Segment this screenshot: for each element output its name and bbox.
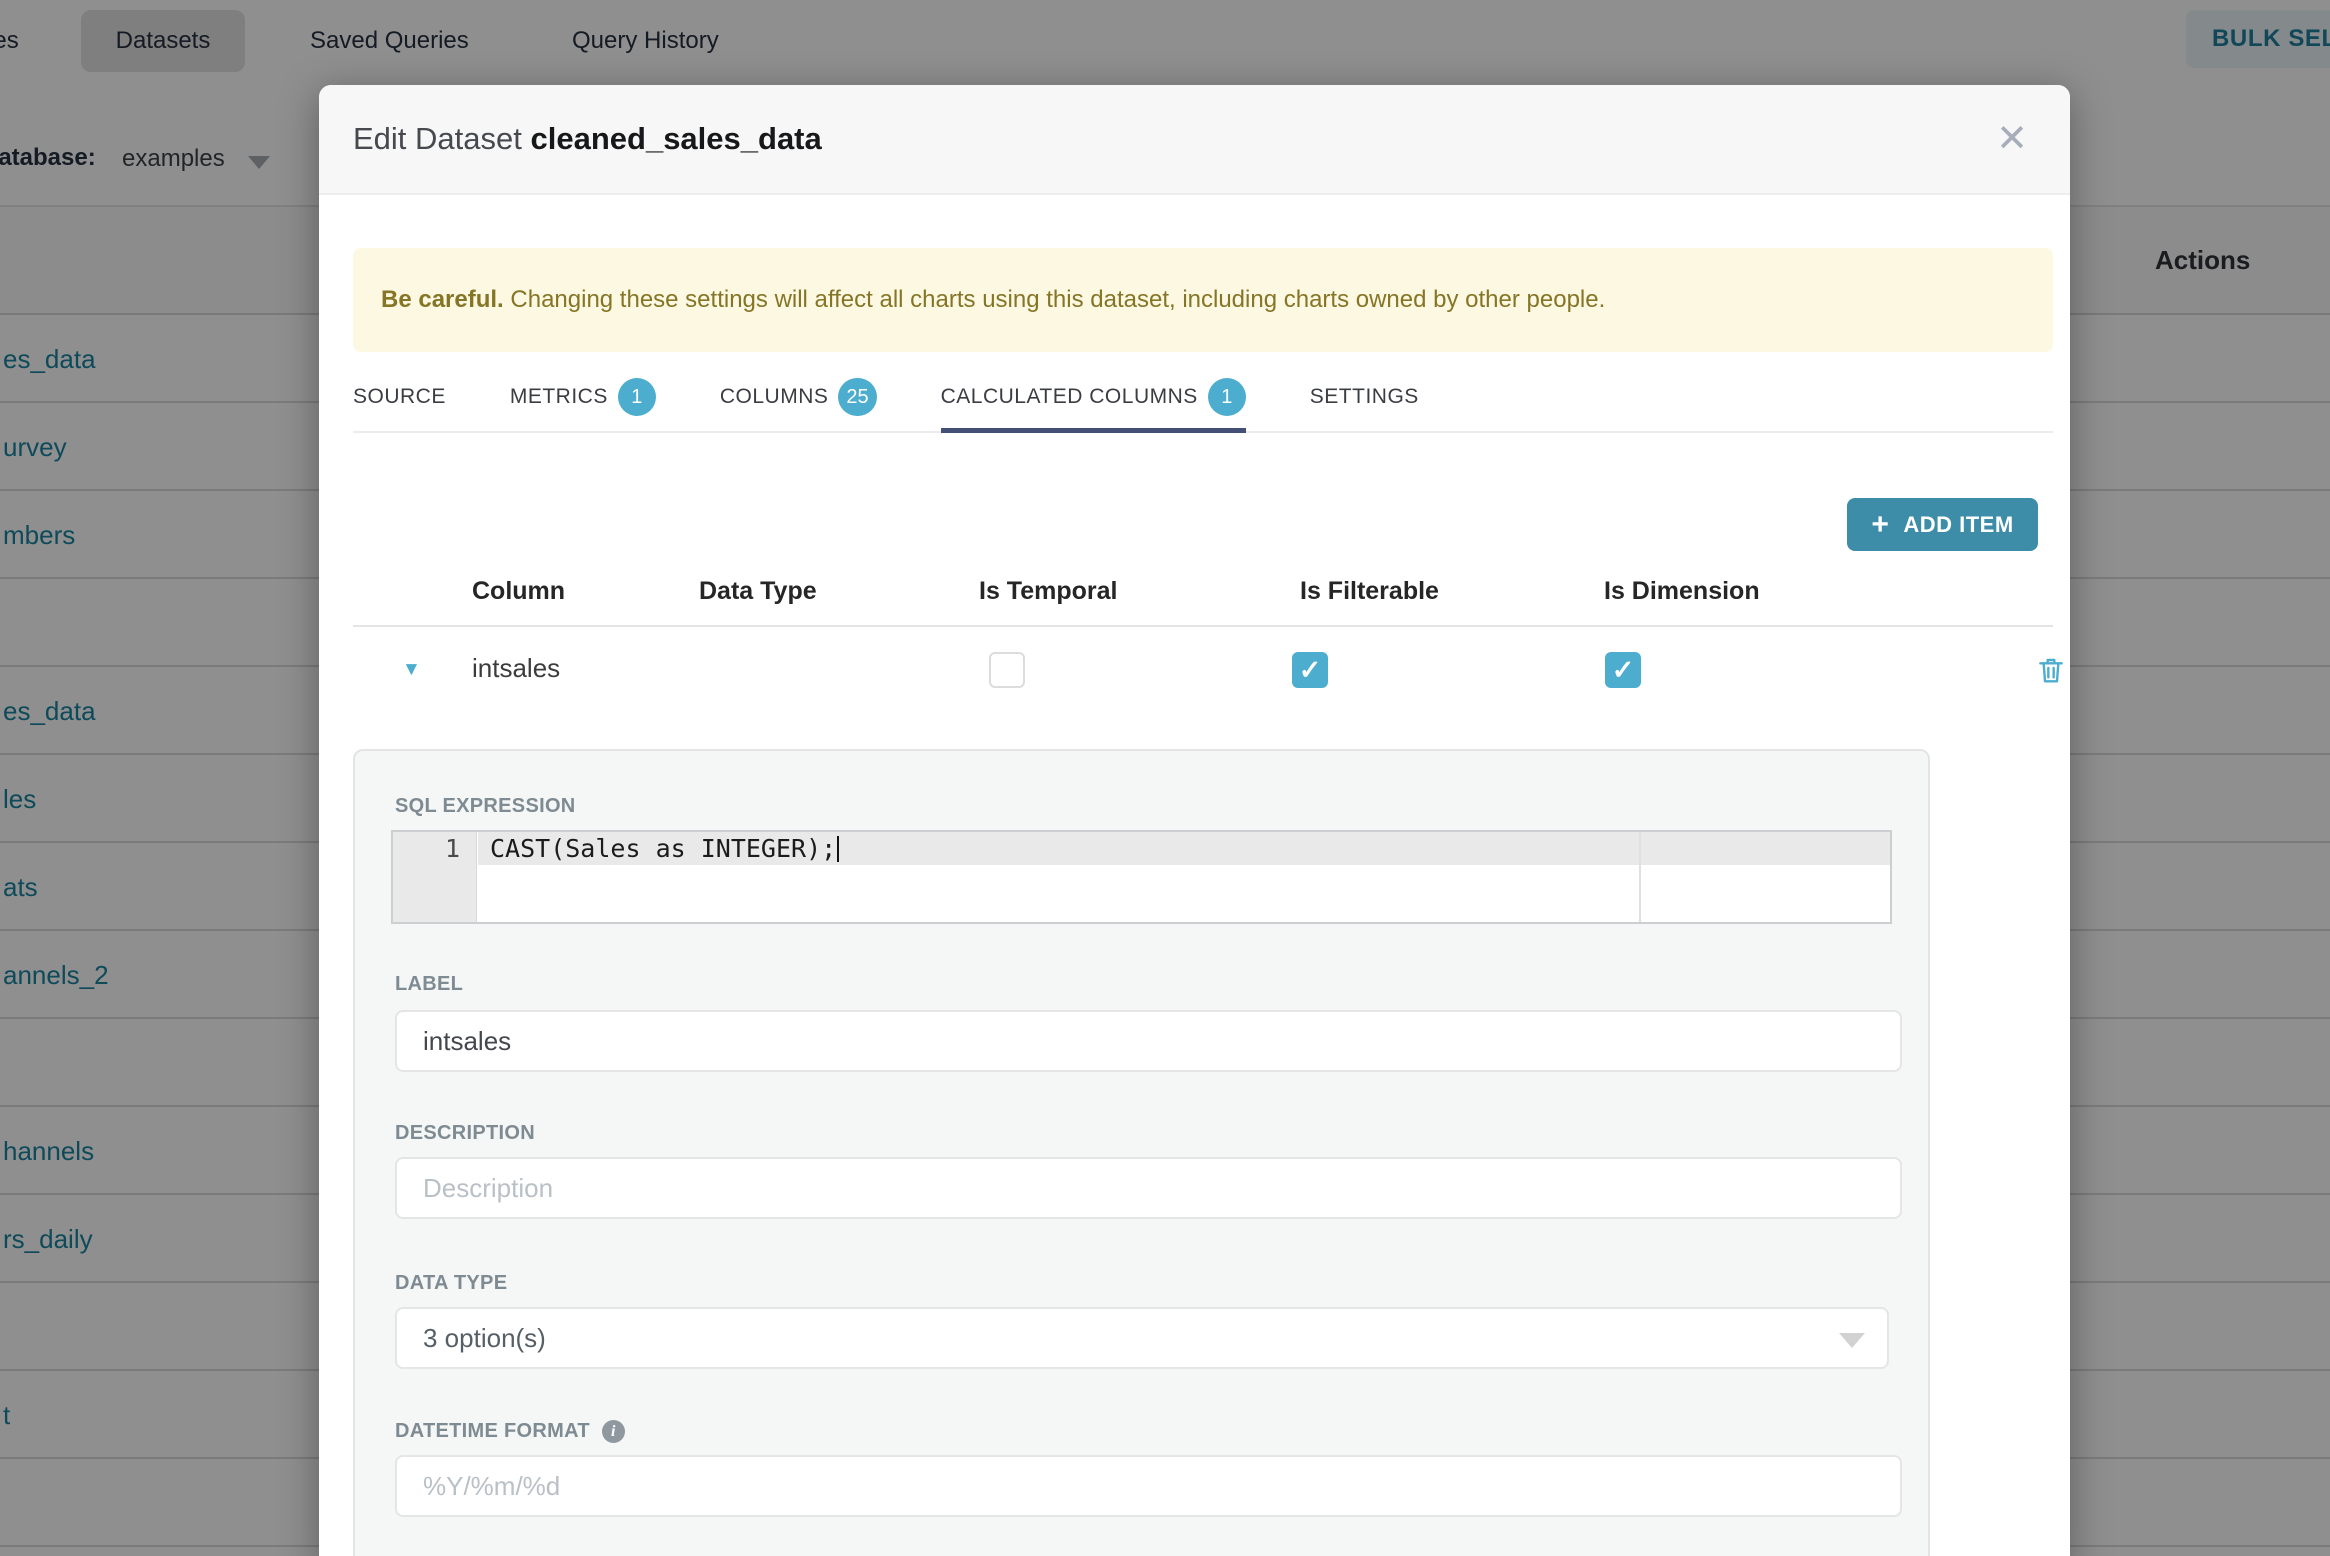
- sql-code[interactable]: CAST(Sales as INTEGER);: [490, 832, 840, 865]
- column-detail-panel: SQL EXPRESSION 1 CAST(Sales as INTEGER);…: [353, 749, 1930, 1556]
- editor-gutter: 1: [393, 832, 477, 922]
- tab-source[interactable]: SOURCE: [353, 362, 446, 431]
- info-icon[interactable]: i: [601, 1420, 625, 1443]
- sql-expression-label: SQL EXPRESSION: [395, 795, 576, 817]
- modal-tabs: SOURCE METRICS 1 COLUMNS 25 CALCULATED COL…: [353, 352, 2053, 433]
- modal-title-dataset-name: cleaned_sales_data: [530, 121, 822, 156]
- data-type-value: 3 option(s): [423, 1323, 546, 1353]
- data-type-field-label: DATA TYPE: [395, 1272, 508, 1294]
- select-caret-icon: [1839, 1333, 1865, 1348]
- column-name: intsales: [472, 653, 561, 683]
- is-filterable-checkbox[interactable]: ✓: [1292, 652, 1328, 688]
- tab-badge: 1: [617, 377, 656, 416]
- sql-editor[interactable]: 1 CAST(Sales as INTEGER);: [391, 830, 1892, 924]
- col-header-is-filterable: Is Filterable: [1300, 577, 1439, 605]
- label-input[interactable]: [395, 1010, 1902, 1072]
- modal-header: Edit Dataset cleaned_sales_data ✕: [319, 85, 2070, 195]
- warning-banner: Be careful. Changing these settings will…: [353, 248, 2053, 352]
- col-header-column: Column: [472, 577, 566, 605]
- col-header-is-temporal: Is Temporal: [979, 577, 1118, 605]
- modal-title-prefix: Edit Dataset: [353, 121, 522, 156]
- datetime-format-label: DATETIME FORMAT: [395, 1420, 590, 1442]
- add-item-button[interactable]: + ADD ITEM: [1847, 498, 2038, 551]
- is-temporal-checkbox[interactable]: [989, 652, 1025, 688]
- tab-columns[interactable]: COLUMNS 25: [720, 362, 877, 431]
- line-number: 1: [444, 834, 460, 863]
- columns-grid-header: Column Data Type Is Temporal Is Filterab…: [353, 565, 2053, 627]
- editor-print-margin: [1639, 832, 1641, 922]
- is-dimension-checkbox[interactable]: ✓: [1605, 652, 1641, 688]
- col-header-data-type: Data Type: [699, 577, 817, 605]
- description-field-label: DESCRIPTION: [395, 1122, 535, 1144]
- close-icon[interactable]: ✕: [1996, 117, 2028, 161]
- plus-icon: +: [1871, 507, 1890, 541]
- page: Databases Datasets Saved Queries Query H…: [0, 0, 2330, 1556]
- text-cursor: [837, 836, 840, 862]
- warning-banner-bold: Be careful.: [381, 286, 504, 313]
- calculated-column-row: ▼ intsales ✓ ✓: [353, 627, 2063, 713]
- description-input[interactable]: [395, 1157, 1902, 1219]
- add-item-label: ADD ITEM: [1903, 511, 2014, 537]
- tab-calculated-columns[interactable]: CALCULATED COLUMNS 1: [940, 362, 1246, 433]
- data-type-select[interactable]: 3 option(s): [395, 1307, 1889, 1369]
- datetime-format-label-wrap: DATETIME FORMAT i: [395, 1420, 625, 1443]
- tab-badge: 1: [1207, 377, 1246, 416]
- tab-badge: 25: [838, 377, 877, 416]
- modal-title: Edit Dataset cleaned_sales_data: [353, 85, 822, 193]
- col-header-is-dimension: Is Dimension: [1604, 577, 1760, 605]
- warning-banner-text: Changing these settings will affect all …: [503, 286, 1606, 313]
- tab-metrics[interactable]: METRICS 1: [510, 362, 656, 431]
- label-field-label: LABEL: [395, 973, 464, 995]
- tab-settings[interactable]: SETTINGS: [1310, 362, 1419, 431]
- delete-icon[interactable]: [2035, 654, 2067, 691]
- edit-dataset-modal: Edit Dataset cleaned_sales_data ✕ Be car…: [319, 85, 2070, 1556]
- collapse-caret-icon[interactable]: ▼: [402, 659, 421, 681]
- datetime-format-input[interactable]: [395, 1455, 1902, 1517]
